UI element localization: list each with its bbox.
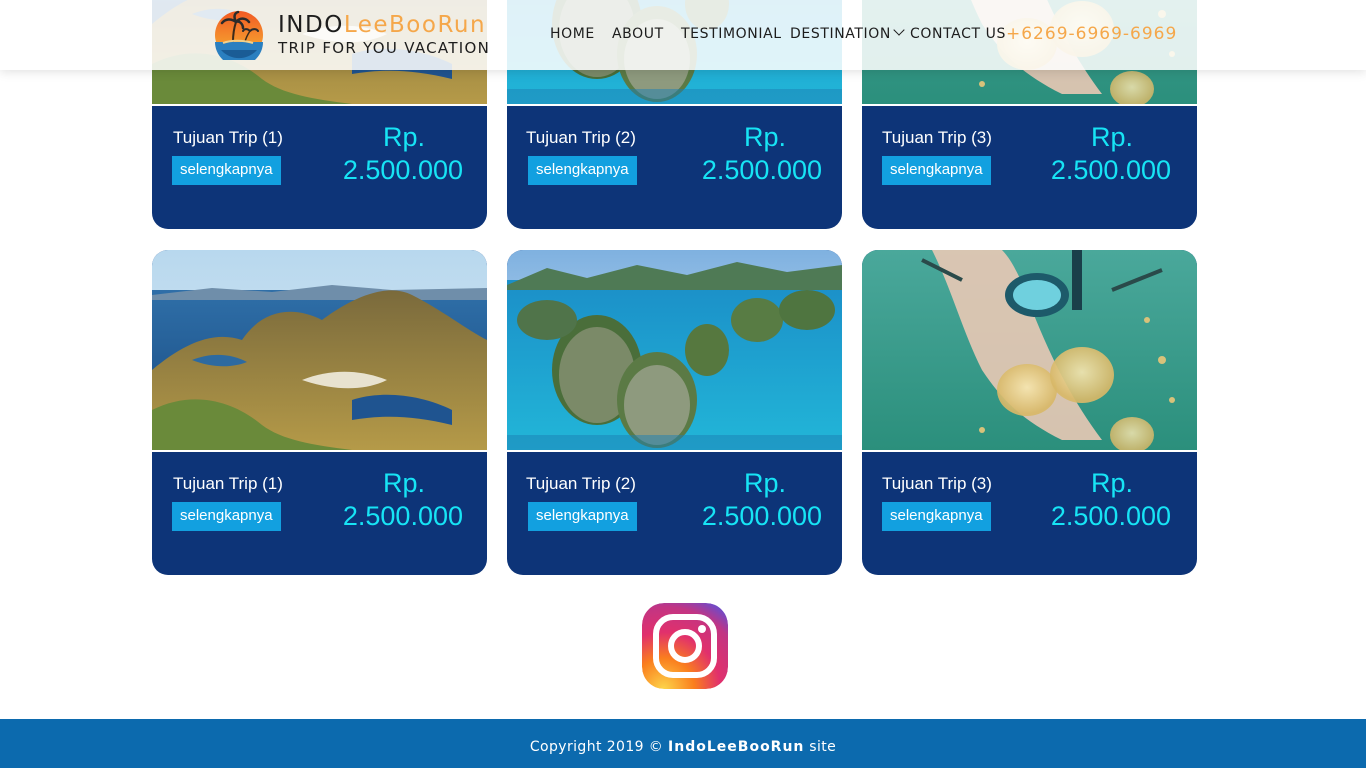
nav-about[interactable]: ABOUT: [612, 26, 664, 42]
price-currency: Rp.: [1090, 122, 1133, 152]
trip-card: Tujuan Trip (3) selengkapnya Rp. 2.500.0…: [862, 250, 1197, 575]
sunset-palm-logo-icon[interactable]: [213, 10, 265, 60]
price-currency: Rp.: [743, 468, 786, 498]
copyright-text: Copyright 2019 © IndoLeeBooRun site: [0, 739, 1366, 755]
site-header: INDOLeeBooRun TRIP FOR YOU VACATION HOME…: [0, 0, 1366, 70]
price-currency: Rp.: [743, 122, 786, 152]
nav-home[interactable]: HOME: [550, 26, 595, 42]
trip-title: Tujuan Trip (2): [526, 474, 636, 493]
copyright-prefix: Copyright 2019 ©: [529, 739, 664, 755]
trip-photo: [152, 250, 487, 450]
more-button[interactable]: selengkapnya: [172, 502, 281, 531]
trip-card: Tujuan Trip (2) selengkapnya Rp. 2.500.0…: [507, 250, 842, 575]
price-currency: Rp.: [382, 468, 425, 498]
copyright-suffix: site: [809, 739, 837, 755]
trip-photo: [862, 250, 1197, 450]
more-button[interactable]: selengkapnya: [882, 502, 991, 531]
more-button[interactable]: selengkapnya: [172, 156, 281, 185]
trip-title: Tujuan Trip (3): [882, 474, 992, 493]
price-currency: Rp.: [382, 122, 425, 152]
brand-name-indo: INDO: [278, 12, 344, 38]
price-currency: Rp.: [1090, 468, 1133, 498]
trip-price: 2.500.000: [1050, 155, 1171, 185]
brand-name[interactable]: INDOLeeBooRun: [278, 11, 486, 39]
instagram-icon[interactable]: [642, 603, 728, 689]
chevron-down-icon: [893, 24, 905, 36]
more-button[interactable]: selengkapnya: [528, 502, 637, 531]
nav-destination-label: DESTINATION: [790, 26, 891, 42]
nav-contact[interactable]: CONTACT US: [910, 26, 1006, 42]
trip-price: 2.500.000: [342, 155, 463, 185]
trip-title: Tujuan Trip (1): [173, 128, 283, 147]
site-footer: Copyright 2019 © IndoLeeBooRun site: [0, 719, 1366, 768]
more-button[interactable]: selengkapnya: [528, 156, 637, 185]
phone-number[interactable]: +6269-6969-6969: [1006, 24, 1177, 44]
trip-price: 2.500.000: [342, 501, 463, 531]
trip-price: 2.500.000: [701, 501, 822, 531]
trip-card: Tujuan Trip (1) selengkapnya Rp. 2.500.0…: [152, 250, 487, 575]
trip-price: 2.500.000: [701, 155, 822, 185]
nav-testimonial[interactable]: TESTIMONIAL: [681, 26, 782, 42]
copyright-brand: IndoLeeBooRun: [668, 739, 805, 755]
brand-tagline: TRIP FOR YOU VACATION: [278, 39, 491, 57]
trip-photo: [507, 250, 842, 450]
trip-price: 2.500.000: [1050, 501, 1171, 531]
trip-title: Tujuan Trip (3): [882, 128, 992, 147]
more-button[interactable]: selengkapnya: [882, 156, 991, 185]
trip-title: Tujuan Trip (2): [526, 128, 636, 147]
nav-destination[interactable]: DESTINATION: [790, 24, 905, 42]
trip-title: Tujuan Trip (1): [173, 474, 283, 493]
brand-name-leeboorun: LeeBooRun: [343, 12, 487, 38]
